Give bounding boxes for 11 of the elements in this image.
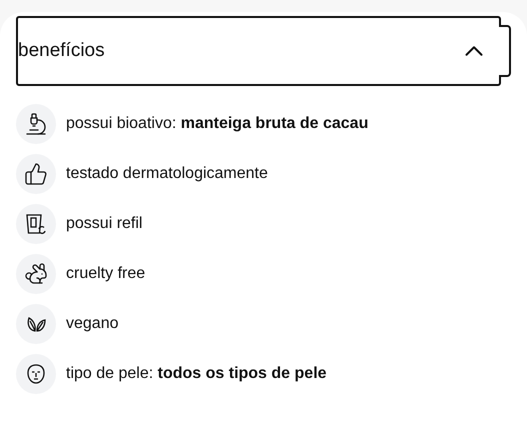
rabbit-icon bbox=[24, 262, 48, 286]
benefit-text: possui refil bbox=[66, 215, 142, 233]
refill-icon bbox=[24, 212, 48, 236]
benefit-text: cruelty free bbox=[66, 265, 146, 283]
accordion-header[interactable]: benefícios bbox=[16, 16, 501, 86]
thumbs-up-icon bbox=[24, 162, 48, 186]
microscope-icon bbox=[24, 112, 48, 136]
benefit-text: vegano bbox=[66, 315, 118, 333]
benefit-text: tipo de pele: todos os tipos de pele bbox=[66, 365, 327, 383]
benefit-text: possui bioativo: manteiga bruta de cacau bbox=[66, 115, 368, 133]
benefit-text: testado dermatologicamente bbox=[66, 165, 268, 183]
